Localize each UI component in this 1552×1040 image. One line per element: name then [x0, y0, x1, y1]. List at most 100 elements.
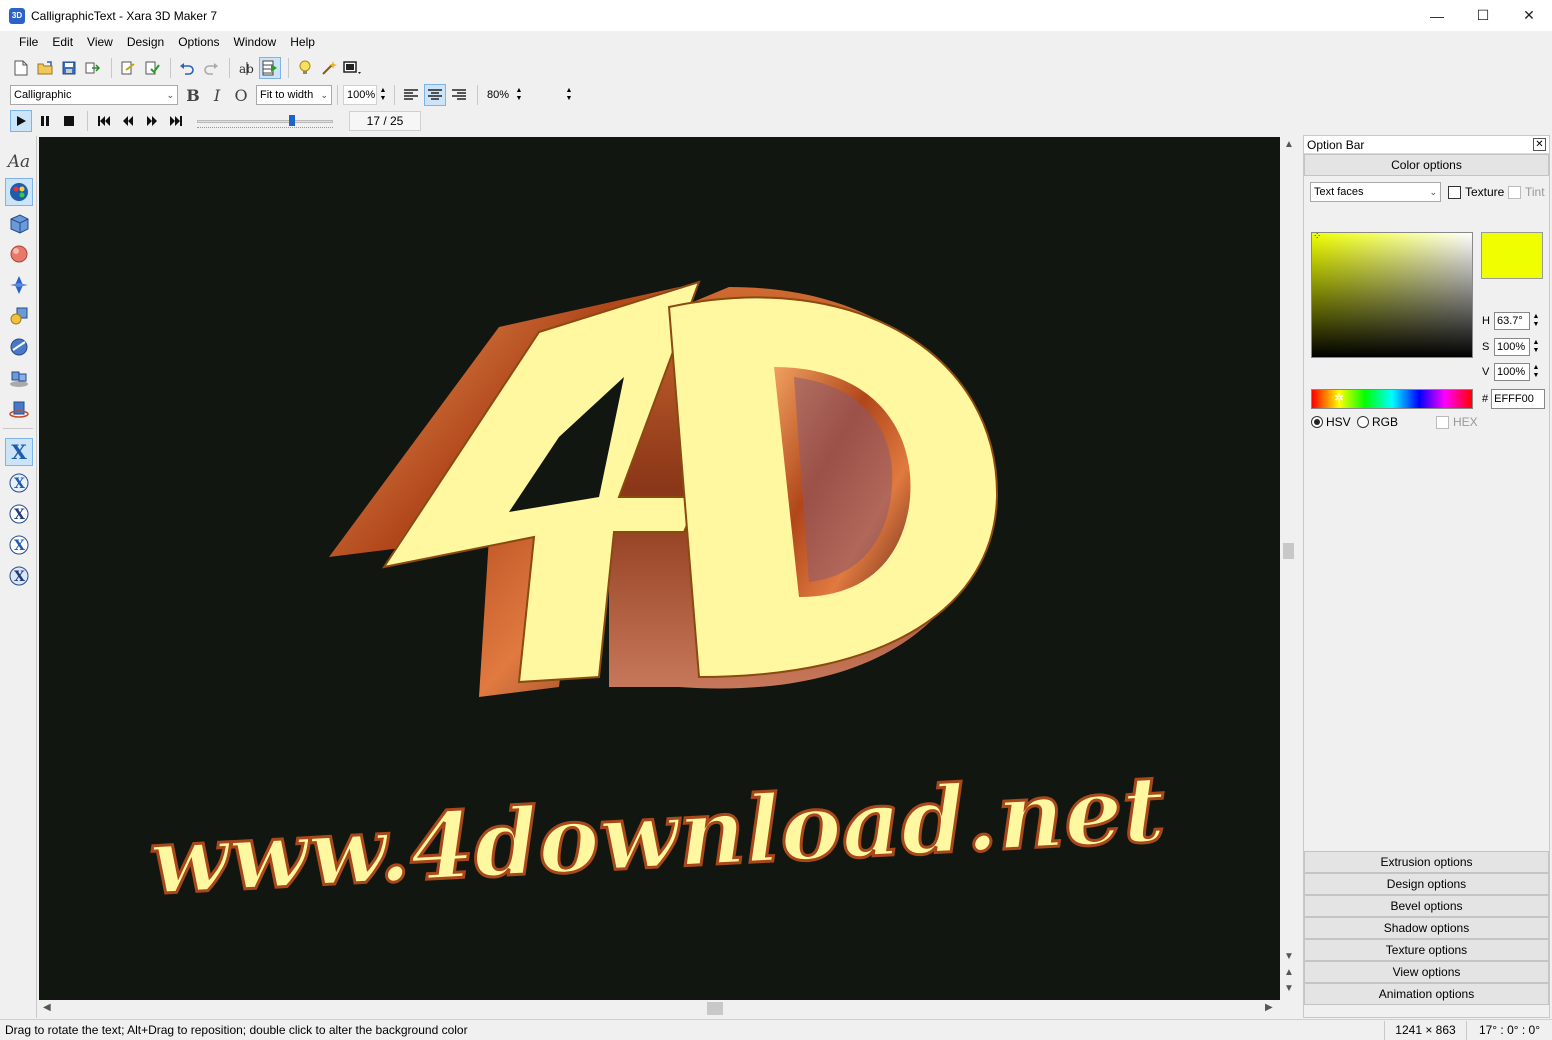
scroll-page-down-icon[interactable]: ▼	[1284, 983, 1294, 994]
slider-thumb[interactable]	[289, 115, 295, 126]
bevel-options-button[interactable]: Bevel options	[1304, 895, 1549, 917]
letter-spacing-value[interactable]	[535, 85, 563, 105]
line-spacing-spinner[interactable]: 80% ▲ ▼	[483, 85, 525, 105]
play-icon[interactable]	[10, 110, 32, 132]
hsv-radio[interactable]: HSV	[1311, 415, 1351, 429]
saturation-value-picker[interactable]: ⁘	[1311, 231, 1473, 358]
new-file-icon[interactable]	[10, 57, 32, 79]
menu-edit[interactable]: Edit	[45, 35, 80, 49]
scroll-page-up-icon[interactable]: ▲	[1284, 967, 1294, 978]
outline-button[interactable]: O	[230, 84, 252, 106]
extrusion-icon[interactable]	[5, 209, 33, 237]
saturation-input[interactable]: 100%	[1494, 338, 1530, 356]
animation-x4-icon[interactable]: X	[5, 531, 33, 559]
render-canvas[interactable]: www.4download.net	[39, 137, 1280, 1000]
text-font-icon[interactable]: Aa	[5, 148, 33, 176]
last-frame-icon[interactable]	[165, 110, 187, 132]
option-bar-close-icon[interactable]: ✕	[1533, 138, 1546, 151]
bevel-sphere-icon[interactable]	[5, 240, 33, 268]
align-center-icon[interactable]	[424, 84, 446, 106]
animation-x5-icon[interactable]: X	[5, 562, 33, 590]
pause-icon[interactable]	[34, 110, 56, 132]
rgb-radio[interactable]: RGB	[1357, 415, 1398, 429]
texture-sphere-icon[interactable]	[5, 333, 33, 361]
animation-options-button[interactable]: Animation options	[1304, 983, 1549, 1005]
minimize-button[interactable]: —	[1414, 0, 1460, 31]
menu-view[interactable]: View	[80, 35, 120, 49]
scroll-left-icon[interactable]: ◀	[43, 1002, 51, 1013]
magic-wand-icon[interactable]	[318, 57, 340, 79]
checkbox-box[interactable]	[1448, 185, 1461, 199]
menu-help[interactable]: Help	[283, 35, 322, 49]
menu-file[interactable]: File	[12, 35, 45, 49]
scroll-right-icon[interactable]: ▶	[1265, 1002, 1273, 1013]
view-rotate-icon[interactable]	[5, 395, 33, 423]
italic-button[interactable]: I	[206, 84, 228, 106]
lightbulb-icon[interactable]	[294, 57, 316, 79]
redo-icon[interactable]	[200, 57, 222, 79]
open-folder-icon[interactable]	[34, 57, 56, 79]
spin-arrows-icon[interactable]: ▲ ▼	[513, 85, 525, 105]
font-combo[interactable]: Calligraphic ⌄	[10, 85, 178, 105]
scale-spinner[interactable]: 100% ▲ ▼	[343, 85, 389, 105]
stop-icon[interactable]	[58, 110, 80, 132]
align-left-icon[interactable]	[400, 84, 422, 106]
line-spacing-value[interactable]: 80%	[483, 85, 513, 105]
shapes-icon[interactable]	[5, 302, 33, 330]
horizontal-scroll-thumb[interactable]	[707, 1002, 723, 1015]
window-size-icon[interactable]	[342, 57, 364, 79]
close-button[interactable]: ✕	[1506, 0, 1552, 31]
spin-arrows-icon[interactable]: ▲ ▼	[1530, 312, 1542, 330]
view-options-button[interactable]: View options	[1304, 961, 1549, 983]
spin-arrows-icon[interactable]: ▲ ▼	[1530, 363, 1542, 381]
hue-slider[interactable]: ✲	[1311, 389, 1473, 409]
color-target-combo[interactable]: Text faces ⌄	[1310, 182, 1441, 202]
animation-x2-icon[interactable]: X	[5, 469, 33, 497]
maximize-button[interactable]: ☐	[1460, 0, 1506, 31]
vertical-scrollbar[interactable]: ▲ ▼ ▲ ▼	[1280, 137, 1297, 1000]
menu-window[interactable]: Window	[227, 35, 284, 49]
color-palette-icon[interactable]	[5, 178, 33, 206]
scale-value[interactable]: 100%	[343, 85, 377, 105]
frame-slider[interactable]	[197, 111, 333, 131]
scroll-down-icon[interactable]: ▼	[1284, 951, 1294, 962]
spin-arrows-icon[interactable]: ▲ ▼	[563, 85, 575, 105]
save-icon[interactable]	[58, 57, 80, 79]
next-frame-icon[interactable]	[141, 110, 163, 132]
previous-frame-icon[interactable]	[117, 110, 139, 132]
edit-text-icon[interactable]: ab	[235, 57, 257, 79]
animation-x3-icon[interactable]: X	[5, 500, 33, 528]
hue-input[interactable]: 63.7°	[1494, 312, 1530, 330]
texture-options-button[interactable]: Texture options	[1304, 939, 1549, 961]
fit-mode-value: Fit to width	[260, 89, 314, 101]
hex-input[interactable]: EFFF00	[1491, 389, 1546, 409]
radio-dot[interactable]	[1311, 416, 1323, 428]
spin-arrows-icon[interactable]: ▲ ▼	[1530, 338, 1542, 356]
horizontal-scrollbar[interactable]: ◀ ▶	[39, 1000, 1280, 1017]
export-icon[interactable]	[82, 57, 104, 79]
texture-checkbox[interactable]: Texture	[1448, 185, 1504, 199]
radio-dot[interactable]	[1357, 416, 1369, 428]
value-input[interactable]: 100%	[1494, 363, 1530, 381]
vertical-scroll-thumb[interactable]	[1283, 543, 1294, 559]
undo-icon[interactable]	[176, 57, 198, 79]
fit-mode-combo[interactable]: Fit to width ⌄	[256, 85, 332, 105]
first-frame-icon[interactable]	[93, 110, 115, 132]
color-options-button[interactable]: Color options	[1304, 154, 1549, 176]
bold-button[interactable]: B	[182, 84, 204, 106]
align-right-icon[interactable]	[448, 84, 470, 106]
scroll-up-icon[interactable]: ▲	[1284, 139, 1294, 150]
animation-mode-icon[interactable]	[259, 57, 281, 79]
spin-arrows-icon[interactable]: ▲ ▼	[377, 85, 389, 105]
animation-x-icon[interactable]: X	[5, 438, 33, 466]
shadow-objects-icon[interactable]	[5, 364, 33, 392]
extrusion-options-button[interactable]: Extrusion options	[1304, 851, 1549, 873]
letter-spacing-spinner[interactable]: ▲ ▼	[535, 85, 575, 105]
shadow-options-button[interactable]: Shadow options	[1304, 917, 1549, 939]
menu-design[interactable]: Design	[120, 35, 171, 49]
import-style-icon[interactable]	[117, 57, 139, 79]
menu-options[interactable]: Options	[171, 35, 226, 49]
design-options-button[interactable]: Design options	[1304, 873, 1549, 895]
apply-style-icon[interactable]	[141, 57, 163, 79]
lighting-icon[interactable]	[5, 271, 33, 299]
